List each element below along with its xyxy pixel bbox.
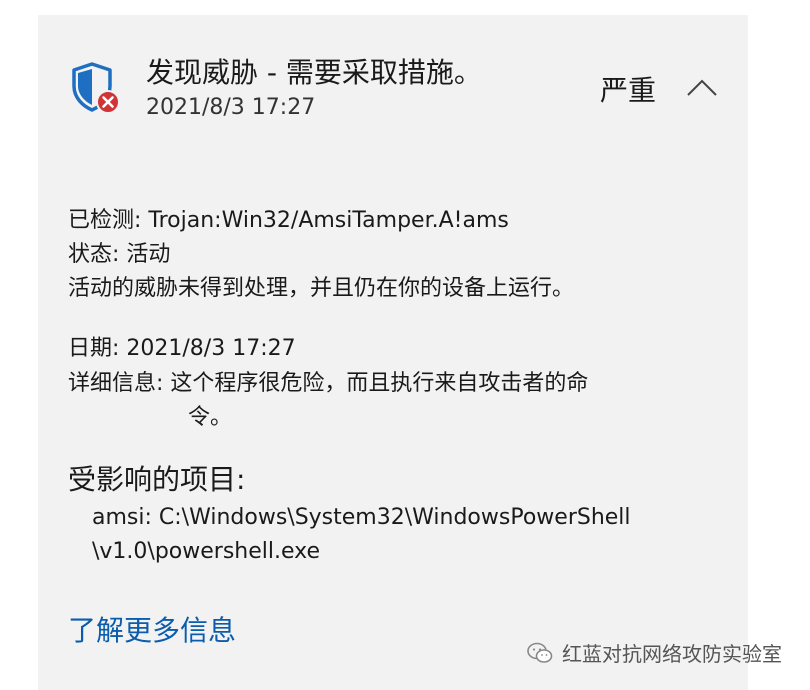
date-line: 日期: 2021/8/3 17:27 (68, 336, 296, 361)
affected-path-line-1: amsi: C:\Windows\System32\WindowsPowerSh… (92, 505, 631, 530)
details-line-1: 详细信息: 这个程序很危险，而且执行来自攻击者的命 (68, 371, 589, 396)
status-line: 状态: 活动 (68, 242, 171, 267)
affected-items-heading: 受影响的项目: (68, 463, 246, 496)
learn-more-link[interactable]: 了解更多信息 (68, 609, 236, 649)
details-line-2: 令。 (188, 405, 233, 430)
watermark: 红蓝对抗网络攻防实验室 (526, 638, 782, 667)
severity-label: 严重 (600, 74, 657, 107)
status-description: 活动的威胁未得到处理，并且仍在你的设备上运行。 (68, 276, 575, 301)
alert-title: 发现威胁 - 需要采取措施。 (146, 56, 482, 89)
watermark-text: 红蓝对抗网络攻防实验室 (562, 642, 782, 666)
affected-path-line-2: \v1.0\powershell.exe (92, 539, 321, 564)
shield-warning-icon (72, 62, 120, 114)
threat-card: 发现威胁 - 需要采取措施。 2021/8/3 17:27 严重 已检测: Tr… (38, 15, 748, 690)
detected-line: 已检测: Trojan:Win32/AmsiTamper.A!ams (68, 208, 509, 233)
chevron-up-icon[interactable] (685, 73, 719, 101)
alert-timestamp: 2021/8/3 17:27 (146, 95, 316, 120)
wechat-icon (527, 642, 553, 663)
